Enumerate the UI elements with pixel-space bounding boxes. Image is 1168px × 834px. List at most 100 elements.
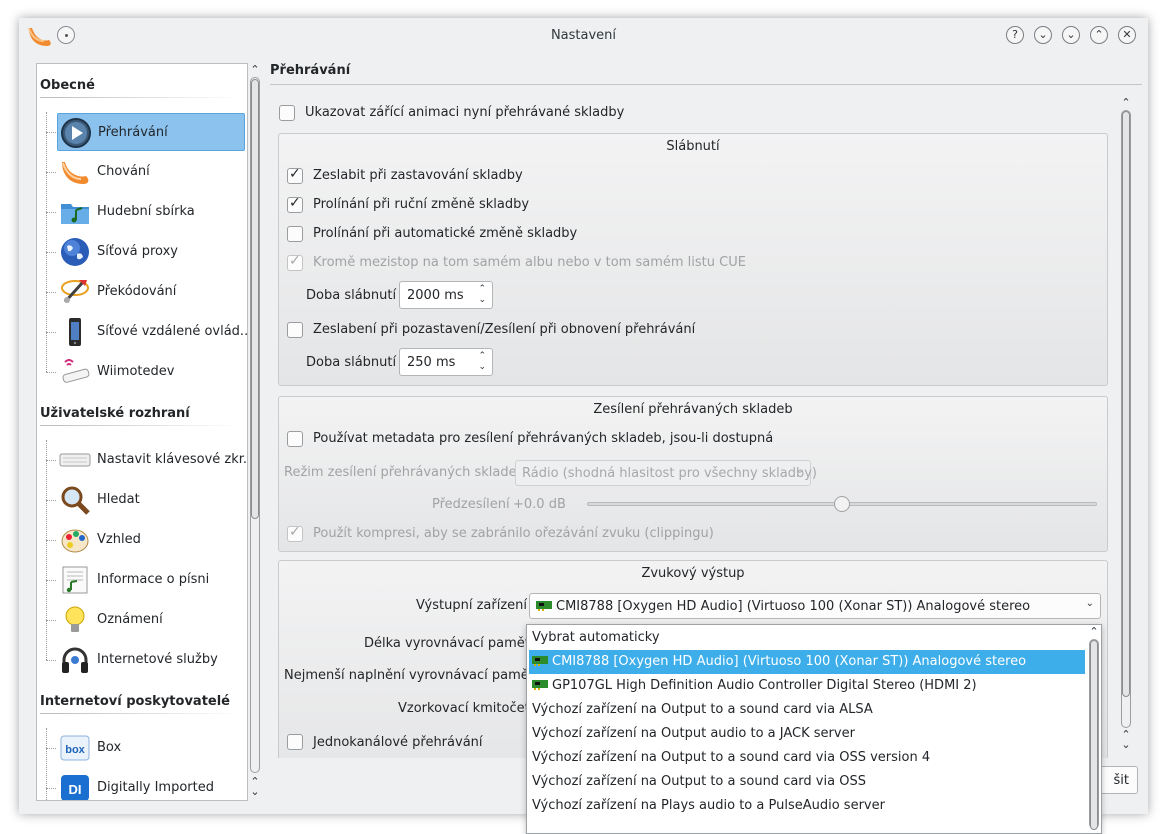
output-device-dropdown-list: Vybrat automaticky CMI8788 [Oxygen HD Au… [526,624,1102,834]
scroll-up-icon[interactable]: ⌃ [1119,96,1133,109]
sidebar-item-song-info[interactable]: Informace o písni [57,561,245,599]
scroll-up-icon[interactable]: ⌃ [1087,625,1101,638]
fade-on-pause-checkbox[interactable] [287,322,303,338]
play-icon [61,118,91,148]
dropdown-option[interactable]: Výchozí zařízení na Output audio to a JA… [529,722,1085,746]
tree-branch [46,292,56,293]
crossfade-auto-checkbox[interactable] [287,226,303,242]
sound-card-icon [532,680,548,690]
output-device-text: CMI8788 [Oxygen HD Audio] (Virtuoso 100 … [556,599,1031,614]
mono-playback-checkbox[interactable] [287,734,303,750]
sidebar-item-network-proxy[interactable]: Síťová proxy [57,233,245,271]
slider-handle[interactable] [834,496,850,512]
clementine-icon [62,162,89,184]
dropdown-option[interactable]: Výchozí zařízení na Plays audio to a Pul… [529,794,1085,818]
dropdown-option[interactable]: Výchozí zařízení na Output to a sound ca… [529,770,1085,794]
sidebar-item-label: Internetové služby [97,652,218,667]
titlebar: Nastavení ? ⌄ ⌄ ⌃ ✕ [19,18,1148,54]
close-button[interactable]: ✕ [1118,26,1136,44]
tree-branch [46,132,56,133]
replaygain-mode-label: Režim zesílení přehrávaných skladeb [284,465,525,480]
di-icon: DI [61,775,89,800]
sidebar-item-notifications[interactable]: Oznámení [57,601,245,639]
dropdown-option[interactable]: Výchozí zařízení na Output to a sound ca… [529,746,1085,770]
sample-rate-label: Vzorkovací kmitočet [398,701,530,716]
sidebar-item-music-library[interactable]: Hudební sbírka [57,193,245,231]
sidebar-item-shortcuts[interactable]: Nastavit klávesové zkr... [57,441,247,479]
sidebar-item-digitally-imported[interactable]: DI Digitally Imported [57,769,245,800]
sidebar-item-appearance[interactable]: Vzhled [57,521,245,559]
mono-playback-label: Jednokanálové přehrávání [313,735,483,750]
group-title: Zvukový výstup [641,566,745,581]
pause-fade-duration-spinbox[interactable]: 250 ms ⌃ ⌄ [399,348,493,376]
except-same-album-checkbox[interactable] [287,253,303,271]
sidebar-item-search[interactable]: Hledat [57,481,245,519]
sidebar-item-playback[interactable]: Přehrávání [57,113,245,151]
sidebar-item-box[interactable]: box Box [57,729,245,767]
tree-branch [46,500,56,501]
sidebar-item-label: Síťová proxy [97,244,178,259]
sound-card-icon [532,656,548,666]
group-title: Zesílení přehrávaných skladeb [593,402,793,417]
scroll-handle[interactable] [251,79,259,519]
replaygain-mode-select[interactable]: Rádio (shodná hlasitost pro všechny skla… [515,460,817,486]
fade-on-stop-checkbox[interactable] [287,166,303,184]
tree-branch [46,172,56,173]
scroll-down-icon[interactable]: ⌄ [248,785,262,798]
category-header-internet-providers: Internetoví poskytovatelé [40,694,230,709]
fade-duration-spinbox[interactable]: 2000 ms ⌃ ⌄ [399,281,493,309]
fade-group: Slábnutí Zeslabit při zastavování skladb… [278,133,1108,386]
option-label: Výchozí zařízení na Output to a sound ca… [532,774,866,789]
help-button[interactable]: ? [1006,26,1024,44]
crossfade-manual-label: Prolínání při ruční změně skladby [313,197,530,212]
category-divider [40,713,240,714]
buffer-duration-label: Délka vyrovnávací paměti [364,636,534,651]
fade-on-stop-label: Zeslabit při zastavování skladby [313,168,523,183]
sound-card-icon [536,601,552,611]
sidebar-scrollbar[interactable]: ⌃ ⌃ ⌄ [248,63,262,799]
sidebar-item-wiimotedev[interactable]: Wiimotedev [57,353,245,391]
sidebar-item-internet-services[interactable]: Internetové služby [57,641,245,679]
option-text: CMI8788 [Oxygen HD Audio] (Virtuoso 100 … [552,654,1027,669]
tree-branch [46,372,56,373]
glow-animation-checkbox[interactable] [279,105,295,121]
shade-button[interactable]: ⌄ [1034,26,1052,44]
tree-branch [46,748,56,749]
minimize-button[interactable]: ⌄ [1062,26,1080,44]
content-scrollbar[interactable]: ⌃ ⌃ ⌄ [1119,96,1133,756]
output-device-label: Výstupní zařízení [416,598,528,613]
dropdown-option[interactable]: GP107GL High Definition Audio Controller… [529,674,1085,698]
cancel-button-label: šit [1113,773,1129,788]
phone-icon [69,318,81,346]
scroll-handle[interactable] [1122,111,1130,697]
page-title-divider [270,84,1142,85]
use-metadata-checkbox[interactable] [287,431,303,447]
tree-branch [46,252,56,253]
compression-checkbox[interactable] [287,524,303,542]
tree-branch [46,580,56,581]
sidebar-item-label: Vzhled [97,532,141,547]
scroll-handle[interactable] [1090,640,1098,830]
dropdown-scrollbar[interactable]: ⌃ [1087,625,1101,833]
chevron-down-icon: ⌄ [1085,598,1094,609]
sidebar-item-label: Hledat [97,492,140,507]
sidebar-item-label: Wiimotedev [97,364,175,379]
dropdown-option[interactable]: Vybrat automaticky [529,626,1085,650]
spin-arrows-icon[interactable]: ⌃ ⌄ [478,284,486,306]
compression-label: Použít kompresi, aby se zabránilo ořezáv… [313,526,714,541]
scroll-down-icon[interactable]: ⌄ [1119,738,1133,751]
tree-branch [46,788,56,789]
output-device-select[interactable]: CMI8788 [Oxygen HD Audio] (Virtuoso 100 … [529,593,1101,619]
sidebar-item-network-remote[interactable]: Síťové vzdálené ovlád... [57,313,247,351]
option-label: Výchozí zařízení na Output to a sound ca… [532,702,873,717]
scroll-up-icon[interactable]: ⌃ [248,63,262,76]
crossfade-manual-checkbox[interactable] [287,195,303,213]
sidebar-item-behaviour[interactable]: Chování [57,153,245,191]
dropdown-option[interactable]: Výchozí zařízení na Output to a sound ca… [529,698,1085,722]
spin-arrows-icon[interactable]: ⌃ ⌄ [478,351,486,373]
category-header-ui: Uživatelské rozhraní [40,406,190,421]
dropdown-option[interactable]: CMI8788 [Oxygen HD Audio] (Virtuoso 100 … [529,650,1085,674]
maximize-button[interactable]: ⌃ [1090,26,1108,44]
sidebar-item-transcoding[interactable]: Překódování [57,273,245,311]
box-icon: box [60,735,90,761]
